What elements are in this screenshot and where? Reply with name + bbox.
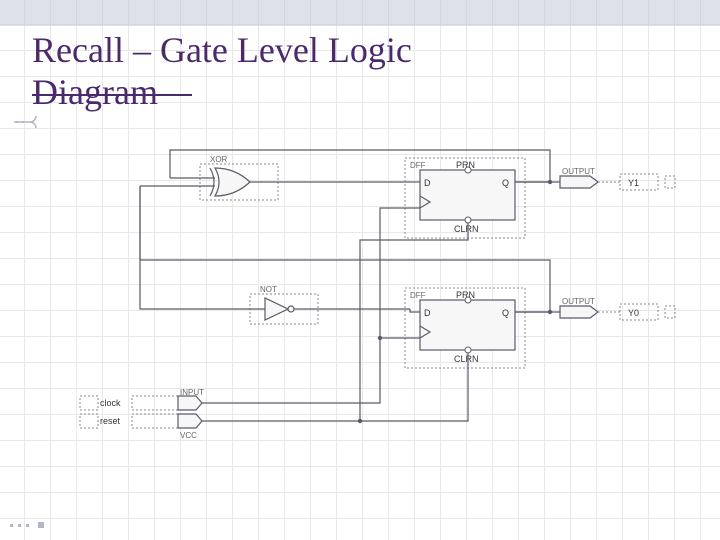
clock-input-tag: INPUT <box>180 388 204 397</box>
title-underline <box>32 94 192 96</box>
ff1-type-label: DFF <box>410 161 426 170</box>
reset-input: reset VCC <box>80 414 202 440</box>
output-y0: OUTPUT Y0 <box>515 297 658 320</box>
output-y0-label: Y0 <box>628 308 639 318</box>
reset-input-label: reset <box>100 416 121 426</box>
not-label: NOT <box>260 285 277 294</box>
pin-stub-0 <box>665 306 675 318</box>
output-y1-label: Y1 <box>628 178 639 188</box>
clock-input-label: clock <box>100 398 121 408</box>
ff0-clrn-label: CLRN <box>454 354 479 364</box>
dff-0: D Q PRN CLRN DFF <box>405 288 525 368</box>
output1-tag: OUTPUT <box>562 167 595 176</box>
wire-not-in <box>140 186 265 309</box>
output-y1: OUTPUT Y1 <box>515 167 658 190</box>
pin-stub-1 <box>665 176 675 188</box>
title-line-1: Recall – Gate Level Logic <box>32 30 412 70</box>
footer-decoration-icon <box>8 518 56 534</box>
ff1-q-label: Q <box>502 178 509 188</box>
wire-reset-ff0 <box>202 353 468 421</box>
ff1-d-label: D <box>424 178 431 188</box>
dff-1: D Q PRN CLRN DFF <box>405 158 525 238</box>
logic-diagram: XOR NOT D Q PRN CLRN DFF <box>60 140 680 460</box>
output0-tag: OUTPUT <box>562 297 595 306</box>
ff0-d-label: D <box>424 308 431 318</box>
not-gate: NOT <box>140 186 420 324</box>
xor-gate: XOR <box>140 155 410 200</box>
xor-label: XOR <box>210 155 228 164</box>
reset-vcc: VCC <box>180 431 197 440</box>
title-line-2: Diagram <box>32 72 158 112</box>
wire-clock-ff1 <box>202 208 420 403</box>
ff0-q-label: Q <box>502 308 509 318</box>
page-title: Recall – Gate Level Logic Diagram <box>32 30 412 113</box>
ff0-type-label: DFF <box>410 291 426 300</box>
corner-decoration-icon <box>12 112 44 132</box>
header-band <box>0 0 720 26</box>
ff1-clrn-label: CLRN <box>454 224 479 234</box>
